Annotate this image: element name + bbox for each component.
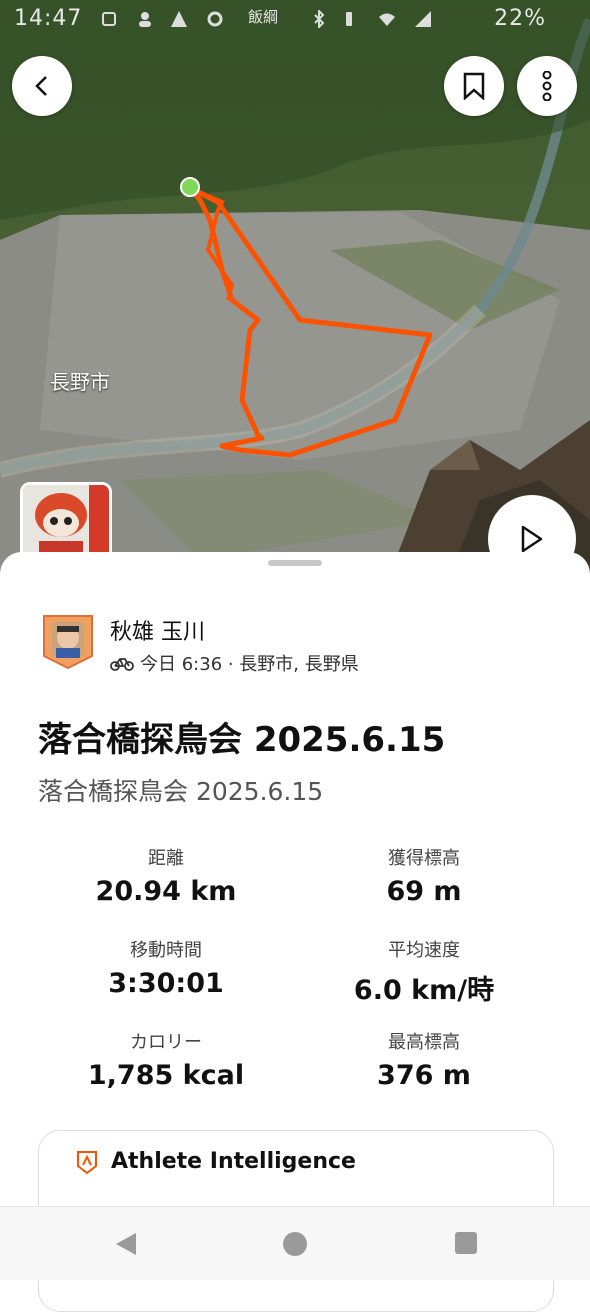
stat-distance: 距離 20.94 km (46, 844, 286, 907)
signal-icon (415, 11, 431, 27)
stat-value: 20.94 km (95, 876, 237, 907)
athlete-intelligence-title: Athlete Intelligence (111, 1149, 356, 1174)
stat-value: 3:30:01 (108, 968, 224, 999)
stat-calories: カロリー 1,785 kcal (46, 1028, 286, 1091)
route-map[interactable]: 14:47 飯綱 22% 長野市 (0, 0, 590, 600)
system-navigation-bar (0, 1206, 590, 1280)
vibrate-icon (346, 12, 352, 26)
stat-elevation-gain: 獲得標高 69 m (304, 844, 544, 907)
person-icon (139, 12, 151, 27)
stat-moving-time: 移動時間 3:30:01 (46, 936, 286, 999)
more-options-button[interactable] (517, 56, 577, 116)
stat-label: カロリー (130, 1032, 202, 1053)
activity-time-location: 今日 6:36 · 長野市, 長野県 (140, 654, 359, 675)
stat-value: 1,785 kcal (87, 1060, 245, 1091)
nav-back-icon[interactable] (114, 1231, 138, 1257)
stat-label: 最高標高 (388, 1032, 460, 1053)
athlete-name[interactable]: 秋雄 玉川 (110, 614, 205, 646)
back-button[interactable] (12, 56, 72, 116)
stat-value: 376 m (377, 1060, 471, 1091)
status-time: 14:47 (14, 6, 83, 31)
activity-title: 落合橋探鳥会 2025.6.15 (38, 720, 446, 760)
sheet-drag-handle[interactable] (268, 560, 322, 566)
nav-recents-icon[interactable] (454, 1231, 478, 1255)
play-icon (521, 525, 543, 553)
wifi-icon (379, 13, 395, 26)
settings-icon (207, 11, 223, 27)
status-carrier: 飯綱 (248, 8, 279, 26)
bluetooth-icon (314, 10, 325, 28)
activity-meta: 今日 6:36 · 長野市, 長野県 (110, 650, 359, 676)
bicycle-icon (110, 658, 134, 671)
stat-label: 移動時間 (130, 940, 202, 961)
nav-home-icon[interactable] (282, 1231, 308, 1257)
more-vertical-icon (542, 71, 552, 101)
warning-icon (171, 11, 187, 27)
notification-icon (102, 12, 116, 26)
activity-description: 落合橋探鳥会 2025.6.15 (38, 777, 324, 806)
stat-label: 平均速度 (388, 940, 460, 961)
chevron-left-icon (35, 76, 47, 96)
strava-ai-icon (77, 1151, 97, 1175)
stat-value: 69 m (386, 876, 462, 907)
stat-label: 獲得標高 (388, 848, 460, 869)
map-place-label: 長野市 (50, 370, 110, 394)
athlete-avatar[interactable] (42, 614, 94, 670)
bookmark-icon (463, 72, 485, 100)
status-bar: 14:47 飯綱 22% (0, 0, 590, 38)
activity-detail-sheet[interactable]: 秋雄 玉川 今日 6:36 · 長野市, 長野県 落合橋探鳥会 2025.6.1… (0, 552, 590, 1312)
stat-value: 6.0 km/時 (353, 975, 495, 1006)
status-battery: 22% (494, 6, 546, 31)
start-marker (180, 177, 200, 197)
bookmark-button[interactable] (444, 56, 504, 116)
stat-max-elevation: 最高標高 376 m (304, 1028, 544, 1091)
stat-avg-speed: 平均速度 6.0 km/時 (304, 936, 544, 1007)
stat-label: 距離 (148, 848, 184, 869)
